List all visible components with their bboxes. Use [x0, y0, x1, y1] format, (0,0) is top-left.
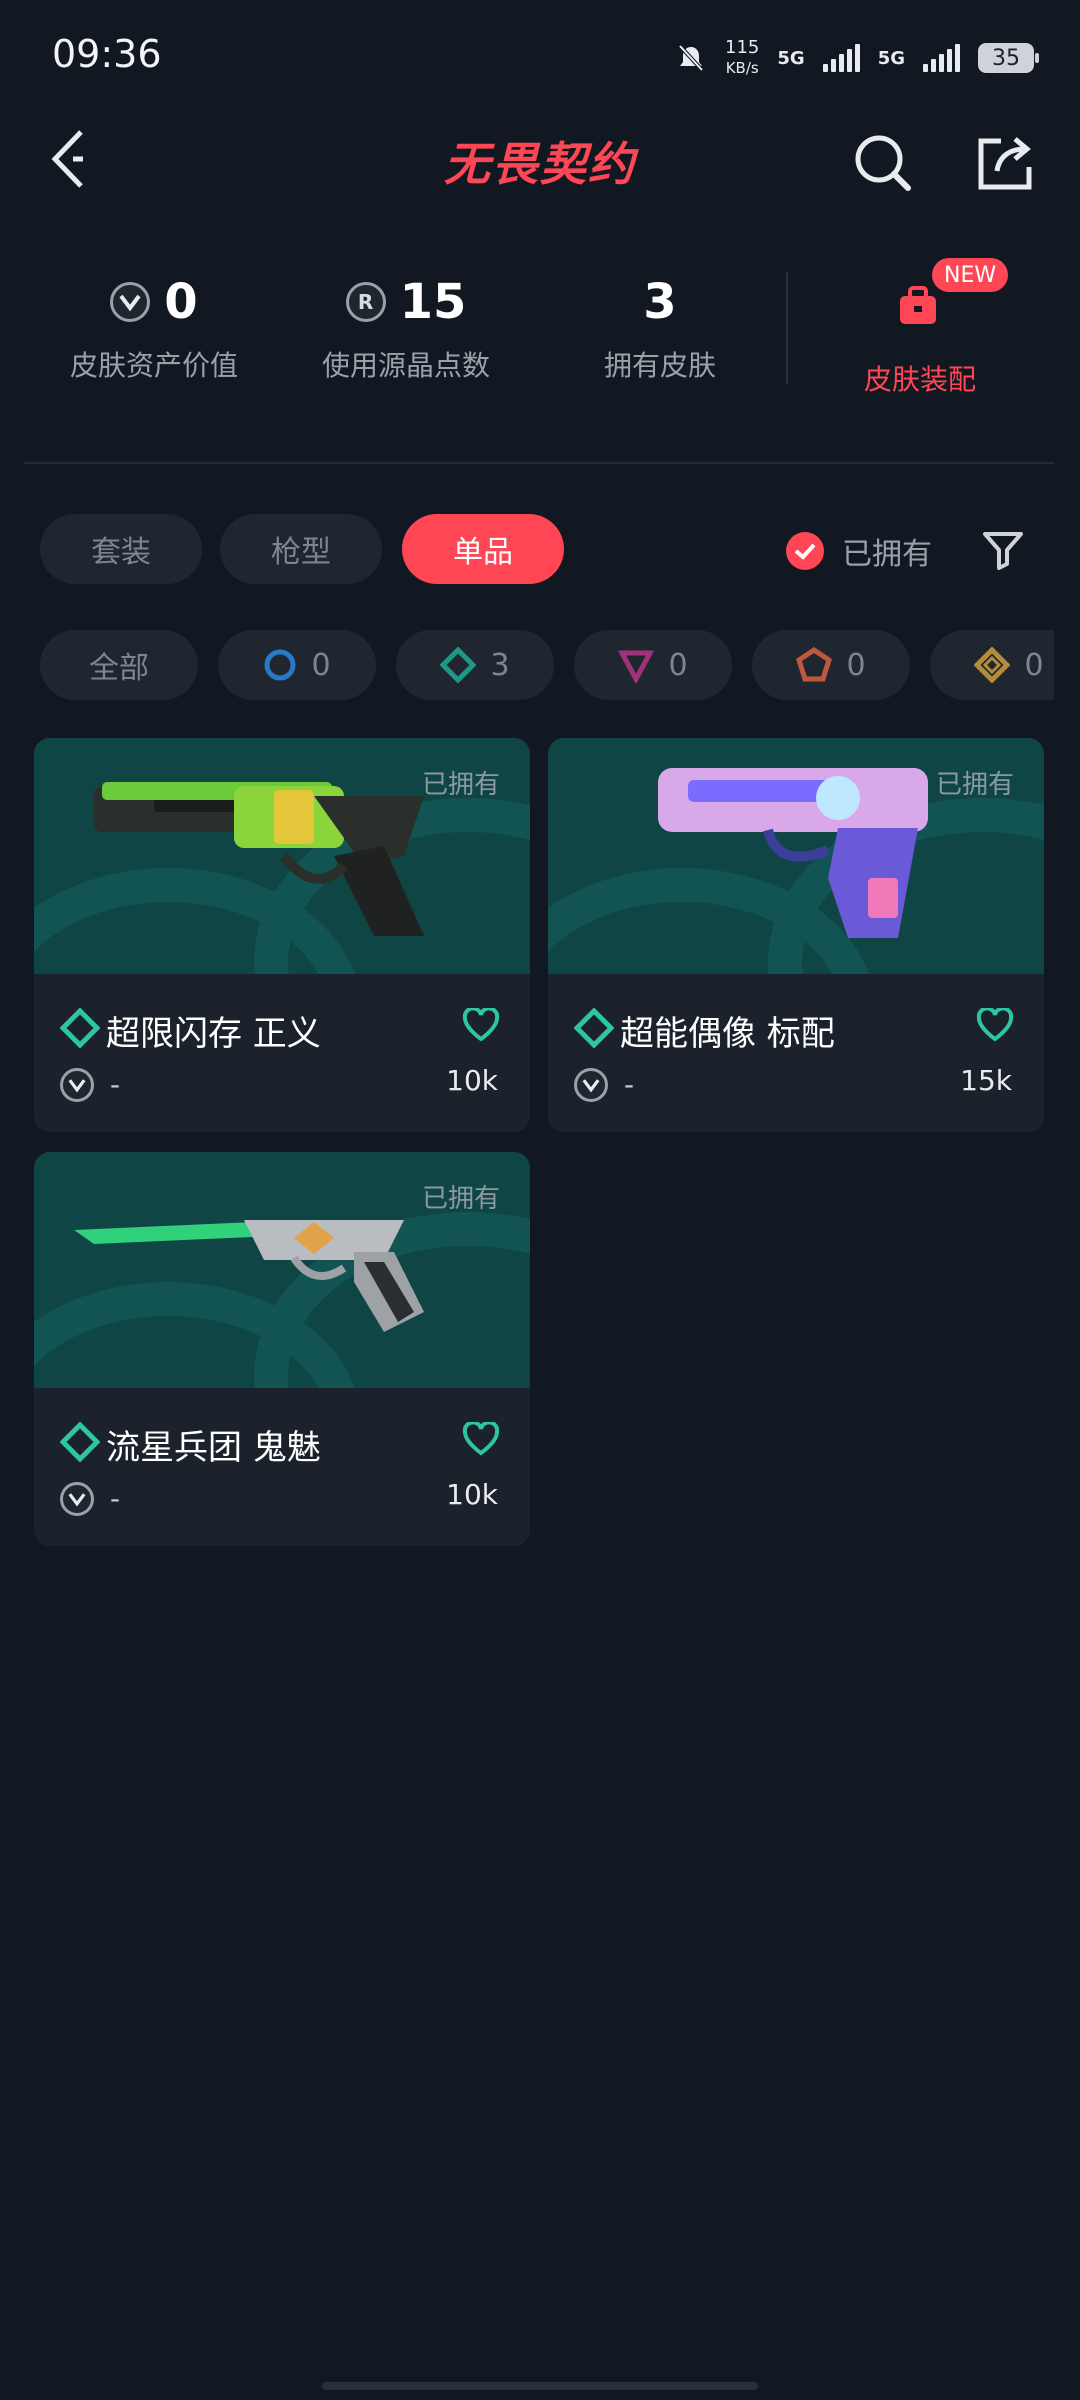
share-button[interactable]	[972, 130, 1038, 196]
skin-price-2: -	[624, 1068, 635, 1101]
stats-divider	[786, 272, 788, 384]
owned-tag-2: 已拥有	[935, 770, 1014, 800]
stat-owned-skins: 3 拥有皮肤	[540, 270, 780, 384]
deluxe-tier-icon	[574, 1008, 614, 1048]
skin-image-2: 已拥有	[548, 738, 1044, 974]
skin-image-3: 已拥有	[34, 1152, 530, 1388]
home-indicator[interactable]	[322, 2382, 758, 2390]
tab-bundles[interactable]: 套装	[40, 514, 202, 584]
favorite-heart-icon[interactable]	[462, 1008, 500, 1042]
header-separator	[24, 462, 1054, 464]
vp-coin-icon	[60, 1482, 94, 1516]
tab-weapon-types[interactable]: 枪型	[220, 514, 382, 584]
tier-filter-deluxe[interactable]: 3	[396, 630, 554, 700]
tier-filter-row: 全部 0 3 0 0 0	[40, 628, 1054, 700]
skin-value-1: 10k	[446, 1064, 498, 1097]
signal-icon-1	[822, 44, 860, 72]
radianite-coin-icon: R	[345, 282, 386, 322]
owned-skins-number: 3	[643, 274, 677, 330]
favorite-heart-icon[interactable]	[462, 1422, 500, 1456]
asset-value-label: 皮肤资产价值	[69, 349, 238, 382]
filter-button[interactable]	[976, 520, 1030, 580]
share-icon	[978, 137, 1032, 190]
skin-value-2: 15k	[960, 1064, 1012, 1097]
tier-filter-premium[interactable]: 0	[574, 630, 732, 700]
vp-coin-icon	[574, 1068, 608, 1102]
sidearm-image	[74, 1220, 424, 1332]
search-button[interactable]	[850, 130, 916, 196]
deluxe-tier-icon	[440, 647, 477, 683]
network-speed: 115 KB/s	[725, 37, 760, 78]
exclusive-tier-icon	[796, 647, 833, 682]
skin-image-1: 已拥有	[34, 738, 530, 974]
skin-card-3[interactable]: 已拥有 流星兵团 鬼魅 - 10k	[34, 1152, 530, 1546]
ultra-tier-icon	[974, 647, 1011, 683]
skin-name-3: 流星兵团 鬼魅	[106, 1428, 321, 1468]
stat-asset-value: 0 皮肤资产价值	[34, 270, 274, 384]
skin-card-2[interactable]: 已拥有 超能偶像 标配 - 15k	[548, 738, 1044, 1132]
backpack-icon	[900, 286, 936, 324]
tier-filter-ultra[interactable]: 0	[930, 630, 1054, 700]
funnel-filter-icon	[983, 532, 1023, 570]
skin-equip-label: 皮肤装配	[863, 363, 976, 396]
network-type-1: 5G	[777, 47, 805, 69]
new-badge: NEW	[932, 258, 1009, 292]
owned-filter-toggle[interactable]: 已拥有	[786, 524, 932, 578]
skin-name-1: 超限闪存 正义	[106, 1014, 321, 1054]
skin-value-3: 10k	[446, 1478, 498, 1511]
radianite-label: 使用源晶点数	[321, 349, 490, 382]
tier-filter-exclusive[interactable]: 0	[752, 630, 910, 700]
pistol-image	[658, 768, 928, 938]
select-tier-icon	[264, 649, 296, 681]
radianite-number: 15	[399, 274, 467, 330]
battery-indicator: 35	[978, 43, 1039, 73]
page-title: 无畏契约	[444, 137, 636, 191]
stat-radianite-points: R 15 使用源晶点数	[286, 270, 526, 384]
skin-card-1[interactable]: 已拥有 超限闪存 正义 - 10k	[34, 738, 530, 1132]
deluxe-tier-icon	[60, 1008, 100, 1048]
vp-coin-icon	[110, 282, 151, 322]
favorite-heart-icon[interactable]	[976, 1008, 1014, 1042]
skin-name-2: 超能偶像 标配	[620, 1014, 835, 1054]
status-time: 09:36	[52, 32, 162, 76]
network-type-2: 5G	[877, 47, 905, 69]
owned-skins-label: 拥有皮肤	[603, 349, 716, 382]
skin-equip-button[interactable]: NEW 皮肤装配	[800, 258, 1040, 398]
premium-tier-icon	[618, 650, 655, 683]
tier-filter-select[interactable]: 0	[218, 630, 376, 700]
skin-price-3: -	[110, 1482, 121, 1515]
vp-coin-icon	[60, 1068, 94, 1102]
tab-single-items[interactable]: 单品	[402, 514, 564, 584]
signal-icon-2	[923, 44, 960, 72]
deluxe-tier-icon	[60, 1422, 100, 1462]
bell-muted-icon	[678, 44, 704, 72]
skin-price-1: -	[110, 1068, 121, 1101]
tier-filter-all[interactable]: 全部	[40, 630, 198, 700]
owned-filter-label: 已拥有	[842, 537, 932, 572]
owned-tag-1: 已拥有	[421, 770, 500, 800]
asset-value-number: 0	[164, 274, 198, 330]
checkmark-icon	[786, 532, 824, 570]
search-icon	[855, 135, 911, 191]
owned-tag-3: 已拥有	[421, 1184, 500, 1214]
status-icons: 115 KB/s 5G 5G 35	[675, 37, 1039, 78]
